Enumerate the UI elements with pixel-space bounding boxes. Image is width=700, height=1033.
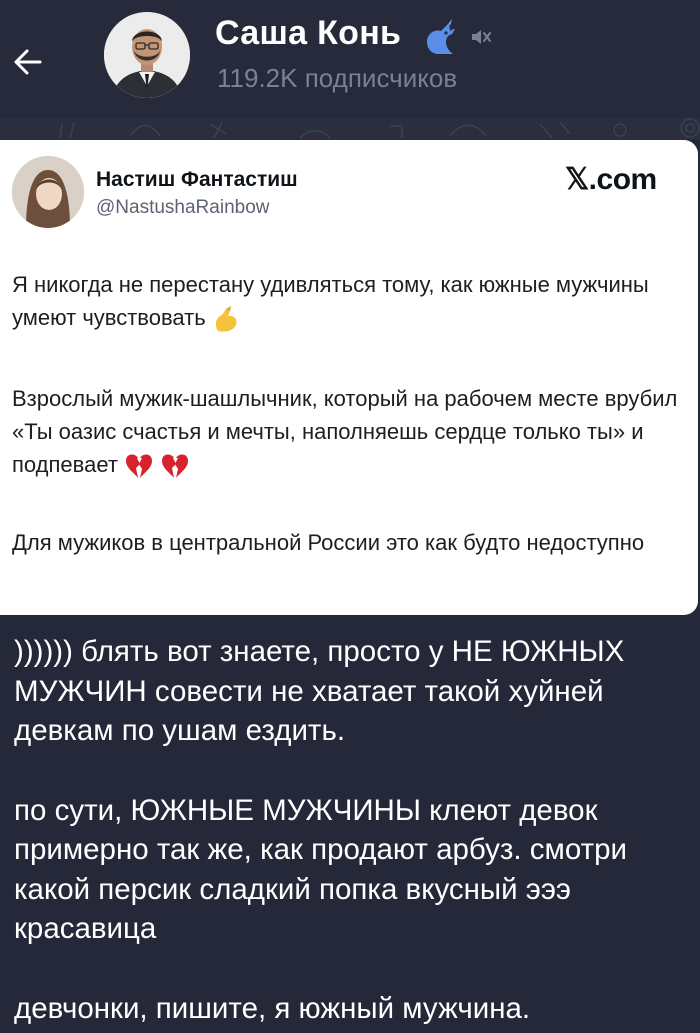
post-paragraph: )))))) блять вот знаете, просто у НЕ ЮЖН… xyxy=(14,635,625,747)
unicorn-badge-icon xyxy=(427,19,455,54)
tweet-paragraph: Я никогда не перестану удивляться тому, … xyxy=(12,268,682,334)
post-paragraph: девчонки, пишите, я южный мужчина. xyxy=(14,991,531,1025)
tweet-paragraph-text: Я никогда не перестану удивляться тому, … xyxy=(12,272,649,330)
channel-title[interactable]: Саша Конь xyxy=(215,14,401,53)
tweet-paragraph: Для мужиков в центральной России это как… xyxy=(12,530,645,555)
tweet-paragraph-text: Взрослый мужик-шашлычник, который на раб… xyxy=(12,386,678,477)
chat-header: Саша Конь 119.2K подписчиков xyxy=(0,0,700,118)
pinched-fingers-emoji xyxy=(215,306,237,332)
post-paragraph: по сути, ЮЖНЫЕ МУЖЧИНЫ клеют девок приме… xyxy=(14,793,627,946)
tweet-author-avatar xyxy=(12,156,84,228)
tweet-screenshot-card[interactable]: Настиш Фантастиш @NastushaRainbow 𝕏.com … xyxy=(0,140,698,615)
tweet-paragraph: Взрослый мужик-шашлычник, который на раб… xyxy=(12,382,682,481)
chat-background-pattern xyxy=(0,118,700,140)
arrow-left-icon xyxy=(14,49,42,75)
tweet-author-name: Настиш Фантастиш xyxy=(96,168,298,191)
tweet-author-handle: @NastushaRainbow xyxy=(96,197,270,218)
subscriber-count: 119.2K подписчиков xyxy=(217,63,458,93)
back-button[interactable] xyxy=(8,40,48,84)
tweet-source-label: 𝕏.com xyxy=(565,163,657,196)
broken-heart-emoji xyxy=(126,454,153,479)
broken-heart-emoji xyxy=(162,454,189,479)
muted-speaker-icon xyxy=(472,30,491,44)
post-message-text: )))))) блять вот знаете, просто у НЕ ЮЖН… xyxy=(14,632,690,1028)
channel-avatar[interactable] xyxy=(104,12,190,98)
